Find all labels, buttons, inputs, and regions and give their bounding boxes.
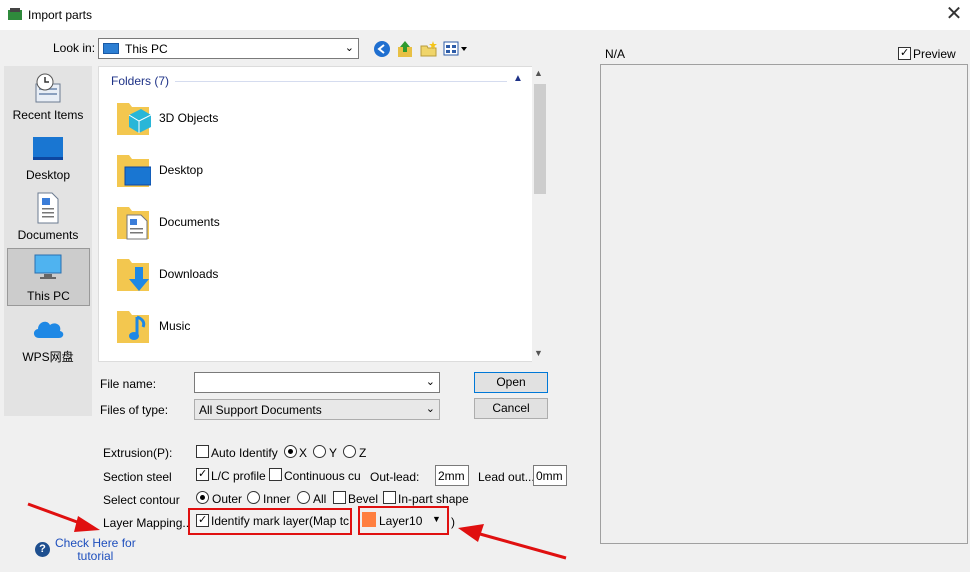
up-folder-icon[interactable] xyxy=(396,40,414,58)
axis-x-radio[interactable] xyxy=(284,445,297,458)
lead-out-label: Lead out... xyxy=(478,470,535,484)
folders-group-header[interactable]: Folders (7) xyxy=(111,74,169,88)
chevron-down-icon: ⌄ xyxy=(425,403,435,415)
title-bar xyxy=(0,0,970,30)
scroll-down-icon[interactable]: ▼ xyxy=(534,348,543,358)
place-label: WPS网盘 xyxy=(22,350,74,364)
place-label: Documents xyxy=(17,228,79,242)
this-pc-icon xyxy=(103,43,119,54)
place-documents[interactable]: Documents xyxy=(4,188,92,246)
preview-status: N/A xyxy=(605,47,626,61)
axis-z-label: Z xyxy=(359,446,367,460)
desktop-folder-icon xyxy=(117,155,151,187)
axis-y-radio[interactable] xyxy=(313,445,326,458)
app-icon xyxy=(8,8,22,20)
out-lead-input[interactable]: 2mm xyxy=(435,465,469,486)
folder-name: Downloads xyxy=(159,267,219,281)
preview-pane xyxy=(600,64,968,544)
axis-z-radio[interactable] xyxy=(343,445,356,458)
tutorial-link-line2: tutorial xyxy=(77,549,114,563)
open-button[interactable]: Open xyxy=(474,372,548,393)
back-icon[interactable] xyxy=(373,40,391,58)
file-name-label: File name: xyxy=(100,377,157,391)
list-item[interactable]: Desktop xyxy=(113,147,413,195)
axis-x-label: X xyxy=(299,446,308,460)
close-button[interactable]: ✕ xyxy=(938,0,970,30)
window-title: Import parts xyxy=(28,8,93,22)
preview-label: Preview xyxy=(913,47,956,61)
folder-name: Desktop xyxy=(159,163,204,177)
place-desktop[interactable]: Desktop xyxy=(4,128,92,186)
out-lead-label: Out-lead: xyxy=(370,470,420,484)
folder-name: 3D Objects xyxy=(159,111,219,125)
axis-y-label: Y xyxy=(329,446,338,460)
place-wps-cloud[interactable]: WPS网盘 xyxy=(4,308,92,366)
lc-profile-checkbox[interactable] xyxy=(196,467,209,481)
documents-folder-icon xyxy=(117,207,149,240)
section-steel-label: Section steel xyxy=(103,470,172,484)
place-this-pc[interactable]: This PC xyxy=(7,248,90,306)
new-folder-icon[interactable] xyxy=(420,40,438,58)
downloads-folder-icon xyxy=(117,259,149,291)
music-folder-icon xyxy=(117,311,149,343)
file-type-label: Files of type: xyxy=(100,403,169,417)
folder-name: Documents xyxy=(159,215,220,229)
continuous-cut-label: Continuous cu xyxy=(284,469,361,483)
scrollbar-thumb[interactable] xyxy=(534,84,546,194)
help-icon[interactable]: ? xyxy=(35,542,50,557)
documents-icon xyxy=(37,192,59,224)
look-in-label: Look in: xyxy=(53,41,96,55)
file-type-value: All Support Documents xyxy=(199,403,322,417)
view-menu-icon[interactable] xyxy=(443,40,469,58)
look-in-dropdown[interactable]: This PC ⌄ xyxy=(98,38,359,59)
folder-icon xyxy=(115,357,151,362)
list-item[interactable]: Music xyxy=(113,303,413,351)
chevron-down-icon[interactable]: ⌄ xyxy=(426,375,435,388)
place-recent-items[interactable]: Recent Items xyxy=(4,68,92,126)
file-name-input[interactable]: ⌄ xyxy=(194,372,440,393)
look-in-value: This PC xyxy=(125,42,168,56)
collapse-icon[interactable]: ▲ xyxy=(513,73,523,84)
list-item[interactable] xyxy=(113,355,413,362)
continuous-cut-checkbox[interactable] xyxy=(269,468,282,481)
lead-out-input[interactable]: 0mm xyxy=(533,465,567,486)
list-item[interactable]: 3D Objects xyxy=(113,95,413,143)
cloud-icon xyxy=(33,321,64,338)
auto-identify-checkbox[interactable] xyxy=(196,445,209,458)
place-label: Desktop xyxy=(25,168,71,182)
lc-profile-label: L/C profile xyxy=(211,469,266,483)
this-pc-icon xyxy=(34,254,62,279)
file-list[interactable]: Folders (7) ▲ 3D Objects Desktop Documen… xyxy=(98,66,548,362)
tutorial-link[interactable]: Check Here for tutorial xyxy=(55,537,136,563)
place-label: This PC xyxy=(27,289,70,303)
places-bar: Recent Items Desktop Documents This PC W… xyxy=(4,66,92,416)
list-item[interactable]: Documents xyxy=(113,199,413,247)
place-label: Recent Items xyxy=(12,108,84,122)
scroll-up-icon[interactable]: ▲ xyxy=(534,68,543,78)
file-type-select[interactable]: All Support Documents ⌄ xyxy=(194,399,440,420)
extrusion-label: Extrusion(P): xyxy=(103,446,173,460)
chevron-down-icon: ⌄ xyxy=(344,42,354,54)
cancel-button[interactable]: Cancel xyxy=(474,398,548,419)
list-item[interactable]: Downloads xyxy=(113,251,413,299)
preview-checkbox[interactable] xyxy=(898,46,911,60)
desktop-icon xyxy=(33,137,63,160)
group-divider xyxy=(175,81,507,82)
auto-identify-label: Auto Identify xyxy=(211,446,278,460)
folder-name: Music xyxy=(159,319,191,333)
3d-objects-folder-icon xyxy=(117,103,151,135)
recent-items-icon xyxy=(35,73,61,103)
